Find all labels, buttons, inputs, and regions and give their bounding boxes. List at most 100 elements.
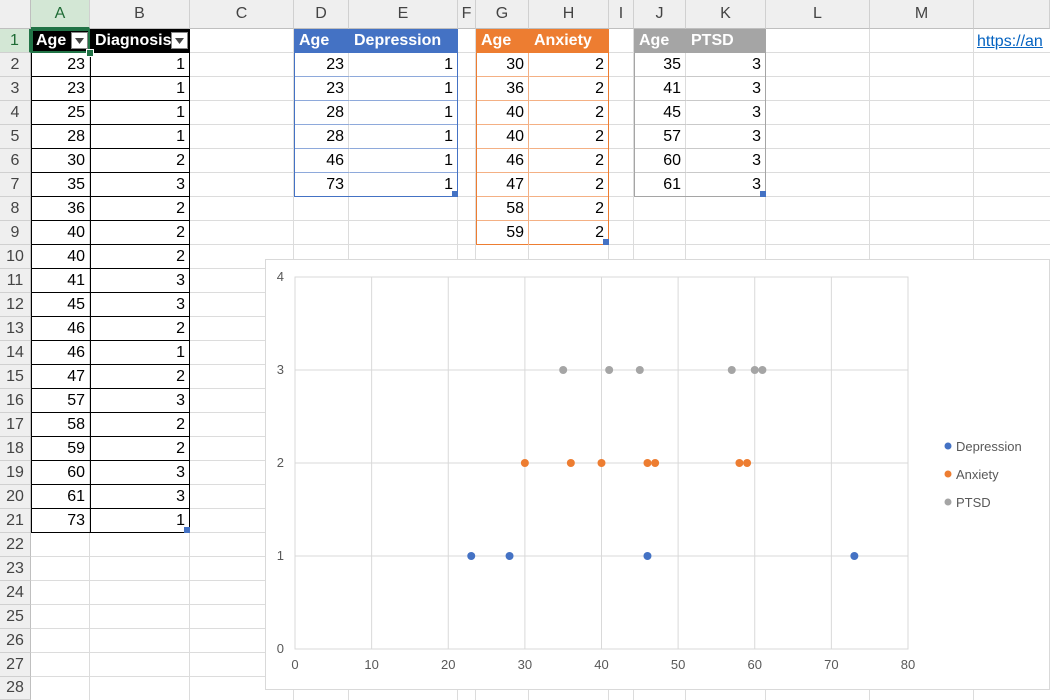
- fill-handle[interactable]: [86, 49, 94, 57]
- table-main-cell[interactable]: 3: [90, 389, 190, 413]
- column-header-m[interactable]: M: [870, 0, 974, 29]
- table-ptsd-cell[interactable]: 3: [686, 125, 766, 149]
- column-header-b[interactable]: B: [90, 0, 190, 29]
- table-anxiety-cell[interactable]: 2: [529, 197, 609, 221]
- table-main-cell[interactable]: 2: [90, 221, 190, 245]
- row-header-24[interactable]: 24: [0, 581, 31, 605]
- table-anxiety-cell[interactable]: 40: [476, 101, 529, 125]
- column-header-extra[interactable]: [974, 0, 1050, 29]
- table-anxiety-cell[interactable]: 2: [529, 101, 609, 125]
- row-header-19[interactable]: 19: [0, 461, 31, 485]
- table-main-cell[interactable]: 40: [31, 221, 90, 245]
- table-anxiety-header-anxiety[interactable]: Anxiety: [529, 29, 609, 53]
- table-anxiety-cell[interactable]: 2: [529, 53, 609, 77]
- table-main-cell[interactable]: 46: [31, 341, 90, 365]
- row-header-8[interactable]: 8: [0, 197, 31, 221]
- table-main-cell[interactable]: 1: [90, 125, 190, 149]
- column-header-c[interactable]: C: [190, 0, 294, 29]
- table-main-cell[interactable]: 2: [90, 245, 190, 269]
- row-header-5[interactable]: 5: [0, 125, 31, 149]
- table-anxiety-cell[interactable]: 2: [529, 149, 609, 173]
- table-ptsd-cell[interactable]: 3: [686, 53, 766, 77]
- column-header-g[interactable]: G: [476, 0, 529, 29]
- row-header-11[interactable]: 11: [0, 269, 31, 293]
- table-anxiety-cell[interactable]: 2: [529, 125, 609, 149]
- table-main-cell[interactable]: 1: [90, 77, 190, 101]
- table-depression-cell[interactable]: 73: [294, 173, 349, 197]
- column-header-l[interactable]: L: [766, 0, 870, 29]
- table-main-cell[interactable]: 25: [31, 101, 90, 125]
- table-ptsd-header-age[interactable]: Age: [634, 29, 686, 53]
- hyperlink-cell[interactable]: https://an: [977, 30, 1043, 54]
- table-main-resize-handle[interactable]: [184, 527, 190, 533]
- table-anxiety-cell[interactable]: 59: [476, 221, 529, 245]
- table-anxiety-cell[interactable]: 2: [529, 77, 609, 101]
- table-main-cell[interactable]: 2: [90, 413, 190, 437]
- table-main-cell[interactable]: 58: [31, 413, 90, 437]
- column-header-j[interactable]: J: [634, 0, 686, 29]
- row-header-3[interactable]: 3: [0, 77, 31, 101]
- table-main-cell[interactable]: 57: [31, 389, 90, 413]
- row-header-23[interactable]: 23: [0, 557, 31, 581]
- row-header-28[interactable]: 28: [0, 677, 31, 700]
- table-anxiety-cell[interactable]: 47: [476, 173, 529, 197]
- table-depression-cell[interactable]: 28: [294, 125, 349, 149]
- row-header-18[interactable]: 18: [0, 437, 31, 461]
- table-main-cell[interactable]: 3: [90, 269, 190, 293]
- row-header-1[interactable]: 1: [0, 29, 31, 53]
- table-depression-resize-handle[interactable]: [452, 191, 458, 197]
- table-depression-cell[interactable]: 1: [349, 101, 458, 125]
- table-main-cell[interactable]: 73: [31, 509, 90, 533]
- table-main-cell[interactable]: 23: [31, 53, 90, 77]
- table-ptsd-cell[interactable]: 61: [634, 173, 686, 197]
- table-main-cell[interactable]: 1: [90, 53, 190, 77]
- table-ptsd-cell[interactable]: 60: [634, 149, 686, 173]
- table-main-cell[interactable]: 41: [31, 269, 90, 293]
- row-header-9[interactable]: 9: [0, 221, 31, 245]
- table-anxiety-cell[interactable]: 40: [476, 125, 529, 149]
- table-main-cell[interactable]: 1: [90, 509, 190, 533]
- table-main-cell[interactable]: 28: [31, 125, 90, 149]
- row-header-15[interactable]: 15: [0, 365, 31, 389]
- table-anxiety-header-age[interactable]: Age: [476, 29, 529, 53]
- row-header-2[interactable]: 2: [0, 53, 31, 77]
- row-header-20[interactable]: 20: [0, 485, 31, 509]
- table-depression-cell[interactable]: 1: [349, 125, 458, 149]
- row-header-17[interactable]: 17: [0, 413, 31, 437]
- column-header-f[interactable]: F: [458, 0, 476, 29]
- table-depression-cell[interactable]: 23: [294, 53, 349, 77]
- select-all-corner[interactable]: [0, 0, 31, 29]
- table-ptsd-header-ptsd[interactable]: PTSD: [686, 29, 766, 53]
- row-header-25[interactable]: 25: [0, 605, 31, 629]
- table-anxiety-cell[interactable]: 30: [476, 53, 529, 77]
- table-main-cell[interactable]: 40: [31, 245, 90, 269]
- table-main-cell[interactable]: 59: [31, 437, 90, 461]
- row-header-6[interactable]: 6: [0, 149, 31, 173]
- table-main-cell[interactable]: 2: [90, 317, 190, 341]
- row-header-14[interactable]: 14: [0, 341, 31, 365]
- row-header-10[interactable]: 10: [0, 245, 31, 269]
- table-anxiety-cell[interactable]: 2: [529, 173, 609, 197]
- table-ptsd-cell[interactable]: 3: [686, 77, 766, 101]
- table-depression-cell[interactable]: 1: [349, 173, 458, 197]
- table-main-cell[interactable]: 2: [90, 437, 190, 461]
- row-header-26[interactable]: 26: [0, 629, 31, 653]
- table-depression-cell[interactable]: 46: [294, 149, 349, 173]
- table-depression-header-age[interactable]: Age: [294, 29, 349, 53]
- table-anxiety-cell[interactable]: 46: [476, 149, 529, 173]
- table-main-cell[interactable]: 46: [31, 317, 90, 341]
- table-depression-cell[interactable]: 1: [349, 53, 458, 77]
- table-ptsd-cell[interactable]: 35: [634, 53, 686, 77]
- table-ptsd-cell[interactable]: 3: [686, 173, 766, 197]
- table-ptsd-resize-handle[interactable]: [760, 191, 766, 197]
- table-depression-cell[interactable]: 23: [294, 77, 349, 101]
- table-main-cell[interactable]: 61: [31, 485, 90, 509]
- table-main-cell[interactable]: 1: [90, 101, 190, 125]
- table-main-cell[interactable]: 3: [90, 173, 190, 197]
- row-header-13[interactable]: 13: [0, 317, 31, 341]
- table-main-cell[interactable]: 47: [31, 365, 90, 389]
- table-ptsd-cell[interactable]: 45: [634, 101, 686, 125]
- table-main-cell[interactable]: 36: [31, 197, 90, 221]
- table-ptsd-cell[interactable]: 57: [634, 125, 686, 149]
- table-ptsd-cell[interactable]: 3: [686, 101, 766, 125]
